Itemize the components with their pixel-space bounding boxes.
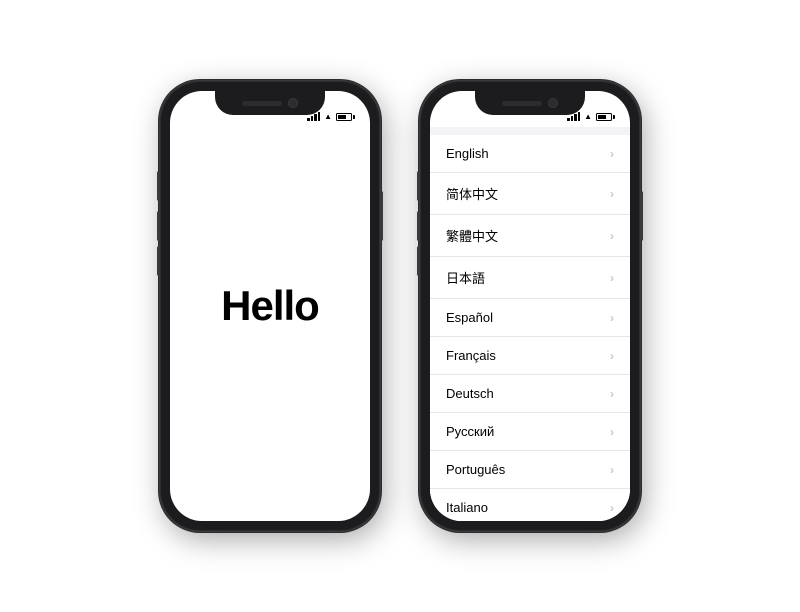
language-name-german: Deutsch bbox=[446, 386, 494, 401]
language-name-french: Français bbox=[446, 348, 496, 363]
language-item-italian[interactable]: Italiano › bbox=[430, 489, 630, 521]
signal-bar bbox=[311, 116, 314, 121]
chevron-icon-russian: › bbox=[610, 425, 614, 439]
phone-1-screen: ▲ Hello bbox=[170, 91, 370, 521]
chevron-icon-italian: › bbox=[610, 501, 614, 515]
battery-icon-2 bbox=[596, 113, 612, 121]
phone-1-frame: ▲ Hello bbox=[160, 81, 380, 531]
signal-bar bbox=[574, 114, 577, 121]
chevron-icon-portuguese: › bbox=[610, 463, 614, 477]
language-item-traditional-chinese[interactable]: 繁體中文 › bbox=[430, 215, 630, 257]
language-screen: English›简体中文›繁體中文›日本語›Español›Français›D… bbox=[430, 127, 630, 521]
signal-bar bbox=[567, 118, 570, 121]
phone-2-screen: ▲ English›简体中文›繁體中文›日本語›Español›Français… bbox=[430, 91, 630, 521]
hello-text: Hello bbox=[221, 282, 319, 330]
phone-1-notch bbox=[215, 91, 325, 115]
chevron-icon-simplified-chinese: › bbox=[610, 187, 614, 201]
language-item-english[interactable]: English › bbox=[430, 135, 630, 173]
phone-1: ▲ Hello bbox=[160, 81, 380, 531]
signal-bar bbox=[314, 114, 317, 121]
signal-bar bbox=[318, 112, 321, 121]
language-item-simplified-chinese[interactable]: 简体中文 › bbox=[430, 173, 630, 215]
language-item-french[interactable]: Français › bbox=[430, 337, 630, 375]
language-item-japanese[interactable]: 日本語 › bbox=[430, 257, 630, 299]
language-item-spanish[interactable]: Español › bbox=[430, 299, 630, 337]
chevron-icon-french: › bbox=[610, 349, 614, 363]
chevron-icon-traditional-chinese: › bbox=[610, 229, 614, 243]
battery-fill-1 bbox=[338, 115, 346, 119]
language-item-russian[interactable]: Русский › bbox=[430, 413, 630, 451]
language-name-spanish: Español bbox=[446, 310, 493, 325]
signal-bar bbox=[307, 118, 310, 121]
language-name-english: English bbox=[446, 146, 489, 161]
wifi-icon-2: ▲ bbox=[584, 112, 592, 121]
language-list: English›简体中文›繁體中文›日本語›Español›Français›D… bbox=[430, 135, 630, 521]
chevron-icon-spanish: › bbox=[610, 311, 614, 325]
language-name-traditional-chinese: 繁體中文 bbox=[446, 226, 498, 245]
chevron-icon-german: › bbox=[610, 387, 614, 401]
chevron-icon-japanese: › bbox=[610, 271, 614, 285]
language-name-portuguese: Português bbox=[446, 462, 505, 477]
battery-fill-2 bbox=[598, 115, 606, 119]
notch-speaker-1 bbox=[242, 101, 282, 106]
wifi-icon-1: ▲ bbox=[324, 112, 332, 121]
phone-2: ▲ English›简体中文›繁體中文›日本語›Español›Français… bbox=[420, 81, 640, 531]
notch-camera-1 bbox=[288, 98, 298, 108]
hello-screen: Hello bbox=[170, 91, 370, 521]
language-name-japanese: 日本語 bbox=[446, 268, 485, 287]
chevron-icon-english: › bbox=[610, 147, 614, 161]
language-name-italian: Italiano bbox=[446, 500, 488, 515]
notch-camera-2 bbox=[548, 98, 558, 108]
battery-icon-1 bbox=[336, 113, 352, 121]
signal-bar bbox=[571, 116, 574, 121]
signal-bar bbox=[578, 112, 581, 121]
phone-2-frame: ▲ English›简体中文›繁體中文›日本語›Español›Français… bbox=[420, 81, 640, 531]
language-name-russian: Русский bbox=[446, 424, 494, 439]
language-item-german[interactable]: Deutsch › bbox=[430, 375, 630, 413]
notch-speaker-2 bbox=[502, 101, 542, 106]
phone-2-notch bbox=[475, 91, 585, 115]
language-item-portuguese[interactable]: Português › bbox=[430, 451, 630, 489]
language-name-simplified-chinese: 简体中文 bbox=[446, 184, 498, 203]
